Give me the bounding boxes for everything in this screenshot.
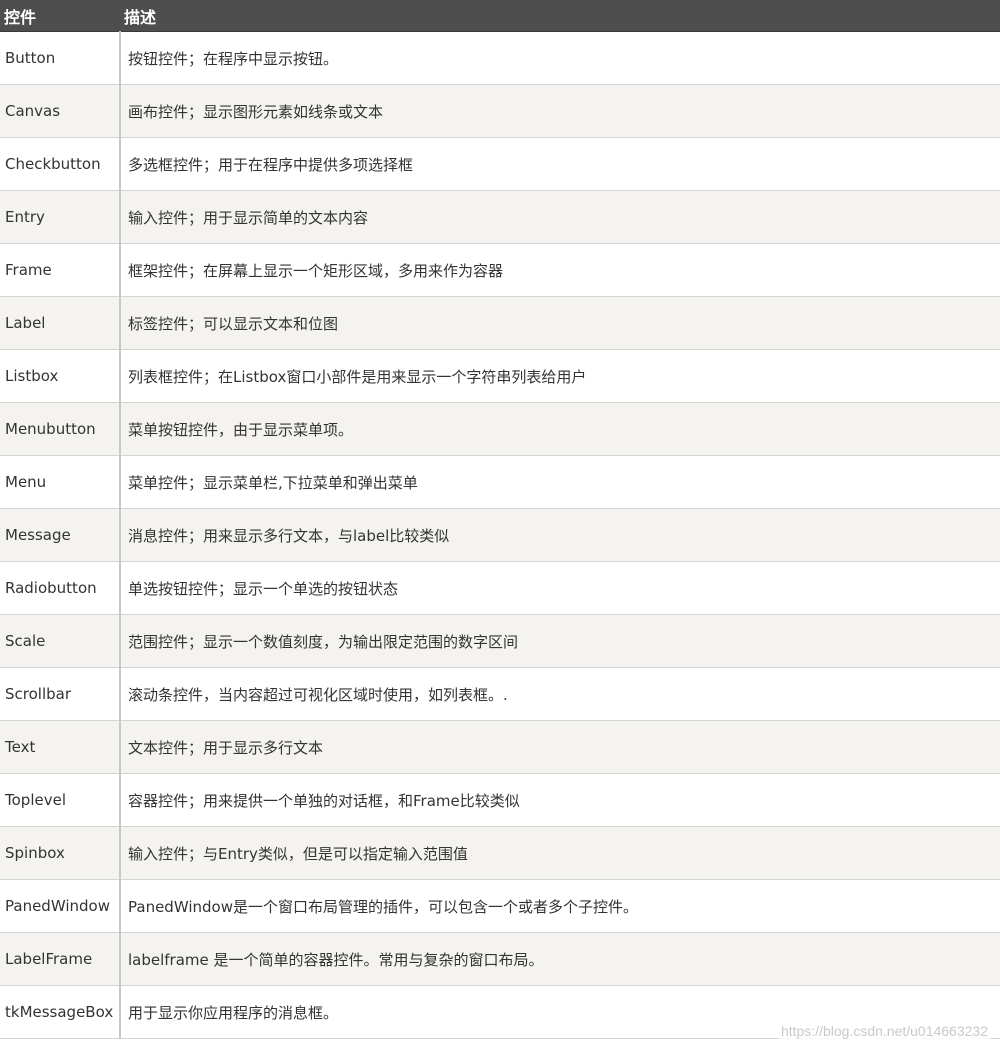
- widget-desc-cell: PanedWindow是一个窗口布局管理的插件，可以包含一个或者多个子控件。: [120, 879, 1000, 933]
- widget-name-cell: LabelFrame: [0, 932, 121, 986]
- widget-table: 控件 描述 Button 按钮控件；在程序中显示按钮。 Canvas 画布控件；显示图…: [0, 0, 1000, 1039]
- widget-name-cell: Checkbutton: [0, 137, 121, 191]
- widget-desc-cell: 容器控件；用来提供一个单独的对话框，和Frame比较类似: [120, 773, 1000, 827]
- header-row: 控件 描述: [0, 0, 1000, 32]
- widget-name-cell: Toplevel: [0, 773, 121, 827]
- widget-name-cell: Canvas: [0, 84, 121, 138]
- widget-desc-cell: 消息控件；用来显示多行文本，与label比较类似: [120, 508, 1000, 562]
- table-row: Scrollbar 滚动条控件，当内容超过可视化区域时使用，如列表框。.: [0, 667, 1000, 721]
- table-row: LabelFrame labelframe 是一个简单的容器控件。常用与复杂的窗口…: [0, 932, 1000, 986]
- widget-name-cell: Radiobutton: [0, 561, 121, 615]
- table-row: Text 文本控件；用于显示多行文本: [0, 720, 1000, 774]
- widget-name-cell: Scrollbar: [0, 667, 121, 721]
- widget-desc-cell: 列表框控件；在Listbox窗口小部件是用来显示一个字符串列表给用户: [120, 349, 1000, 403]
- header-col-name: 控件: [0, 0, 120, 32]
- widget-name-cell: Scale: [0, 614, 121, 668]
- widget-name-cell: Menu: [0, 455, 121, 509]
- widget-name-cell: Text: [0, 720, 121, 774]
- widget-desc-cell: 输入控件；与Entry类似，但是可以指定输入范围值: [120, 826, 1000, 880]
- widget-desc-cell: 输入控件；用于显示简单的文本内容: [120, 190, 1000, 244]
- widget-name-cell: Frame: [0, 243, 121, 297]
- table-row: Button 按钮控件；在程序中显示按钮。: [0, 31, 1000, 85]
- table-row: Menu 菜单控件；显示菜单栏,下拉菜单和弹出菜单: [0, 455, 1000, 509]
- table-row: Label 标签控件；可以显示文本和位图: [0, 296, 1000, 350]
- table-row: PanedWindow PanedWindow是一个窗口布局管理的插件，可以包含一…: [0, 879, 1000, 933]
- table-row: Entry 输入控件；用于显示简单的文本内容: [0, 190, 1000, 244]
- widget-name-cell: Entry: [0, 190, 121, 244]
- widget-name-cell: Label: [0, 296, 121, 350]
- widget-desc-cell: 多选框控件；用于在程序中提供多项选择框: [120, 137, 1000, 191]
- widget-name-cell: tkMessageBox: [0, 985, 121, 1039]
- widget-name-cell: Spinbox: [0, 826, 121, 880]
- widget-desc-cell: 滚动条控件，当内容超过可视化区域时使用，如列表框。.: [120, 667, 1000, 721]
- widget-desc-cell: 菜单按钮控件，由于显示菜单项。: [120, 402, 1000, 456]
- table-row: Toplevel 容器控件；用来提供一个单独的对话框，和Frame比较类似: [0, 773, 1000, 827]
- widget-desc-cell: labelframe 是一个简单的容器控件。常用与复杂的窗口布局。: [120, 932, 1000, 986]
- table-row: Listbox 列表框控件；在Listbox窗口小部件是用来显示一个字符串列表给用…: [0, 349, 1000, 403]
- table-header: 控件 描述: [0, 0, 1000, 32]
- widget-name-cell: Message: [0, 508, 121, 562]
- table-row: Checkbutton 多选框控件；用于在程序中提供多项选择框: [0, 137, 1000, 191]
- widget-desc-cell: 范围控件；显示一个数值刻度，为输出限定范围的数字区间: [120, 614, 1000, 668]
- widget-desc-cell: 文本控件；用于显示多行文本: [120, 720, 1000, 774]
- table-body: Button 按钮控件；在程序中显示按钮。 Canvas 画布控件；显示图形元素如线条…: [0, 31, 1000, 1039]
- table-row: Radiobutton 单选按钮控件；显示一个单选的按钮状态: [0, 561, 1000, 615]
- widget-desc-cell: 画布控件；显示图形元素如线条或文本: [120, 84, 1000, 138]
- table-row: Message 消息控件；用来显示多行文本，与label比较类似: [0, 508, 1000, 562]
- widget-desc-cell: 菜单控件；显示菜单栏,下拉菜单和弹出菜单: [120, 455, 1000, 509]
- widget-name-cell: Menubutton: [0, 402, 121, 456]
- widget-desc-cell: 按钮控件；在程序中显示按钮。: [120, 31, 1000, 85]
- widget-desc-cell: 单选按钮控件；显示一个单选的按钮状态: [120, 561, 1000, 615]
- widget-name-cell: Button: [0, 31, 121, 85]
- table-row: Menubutton 菜单按钮控件，由于显示菜单项。: [0, 402, 1000, 456]
- table-row: Spinbox 输入控件；与Entry类似，但是可以指定输入范围值: [0, 826, 1000, 880]
- table-row: Scale 范围控件；显示一个数值刻度，为输出限定范围的数字区间: [0, 614, 1000, 668]
- watermark: https://blog.csdn.net/u014663232: [778, 1023, 990, 1039]
- widget-name-cell: PanedWindow: [0, 879, 121, 933]
- widget-name-cell: Listbox: [0, 349, 121, 403]
- table-row: Canvas 画布控件；显示图形元素如线条或文本: [0, 84, 1000, 138]
- table-row: Frame 框架控件；在屏幕上显示一个矩形区域，多用来作为容器: [0, 243, 1000, 297]
- header-col-desc: 描述: [120, 0, 1000, 32]
- widget-desc-cell: 框架控件；在屏幕上显示一个矩形区域，多用来作为容器: [120, 243, 1000, 297]
- widget-desc-cell: 标签控件；可以显示文本和位图: [120, 296, 1000, 350]
